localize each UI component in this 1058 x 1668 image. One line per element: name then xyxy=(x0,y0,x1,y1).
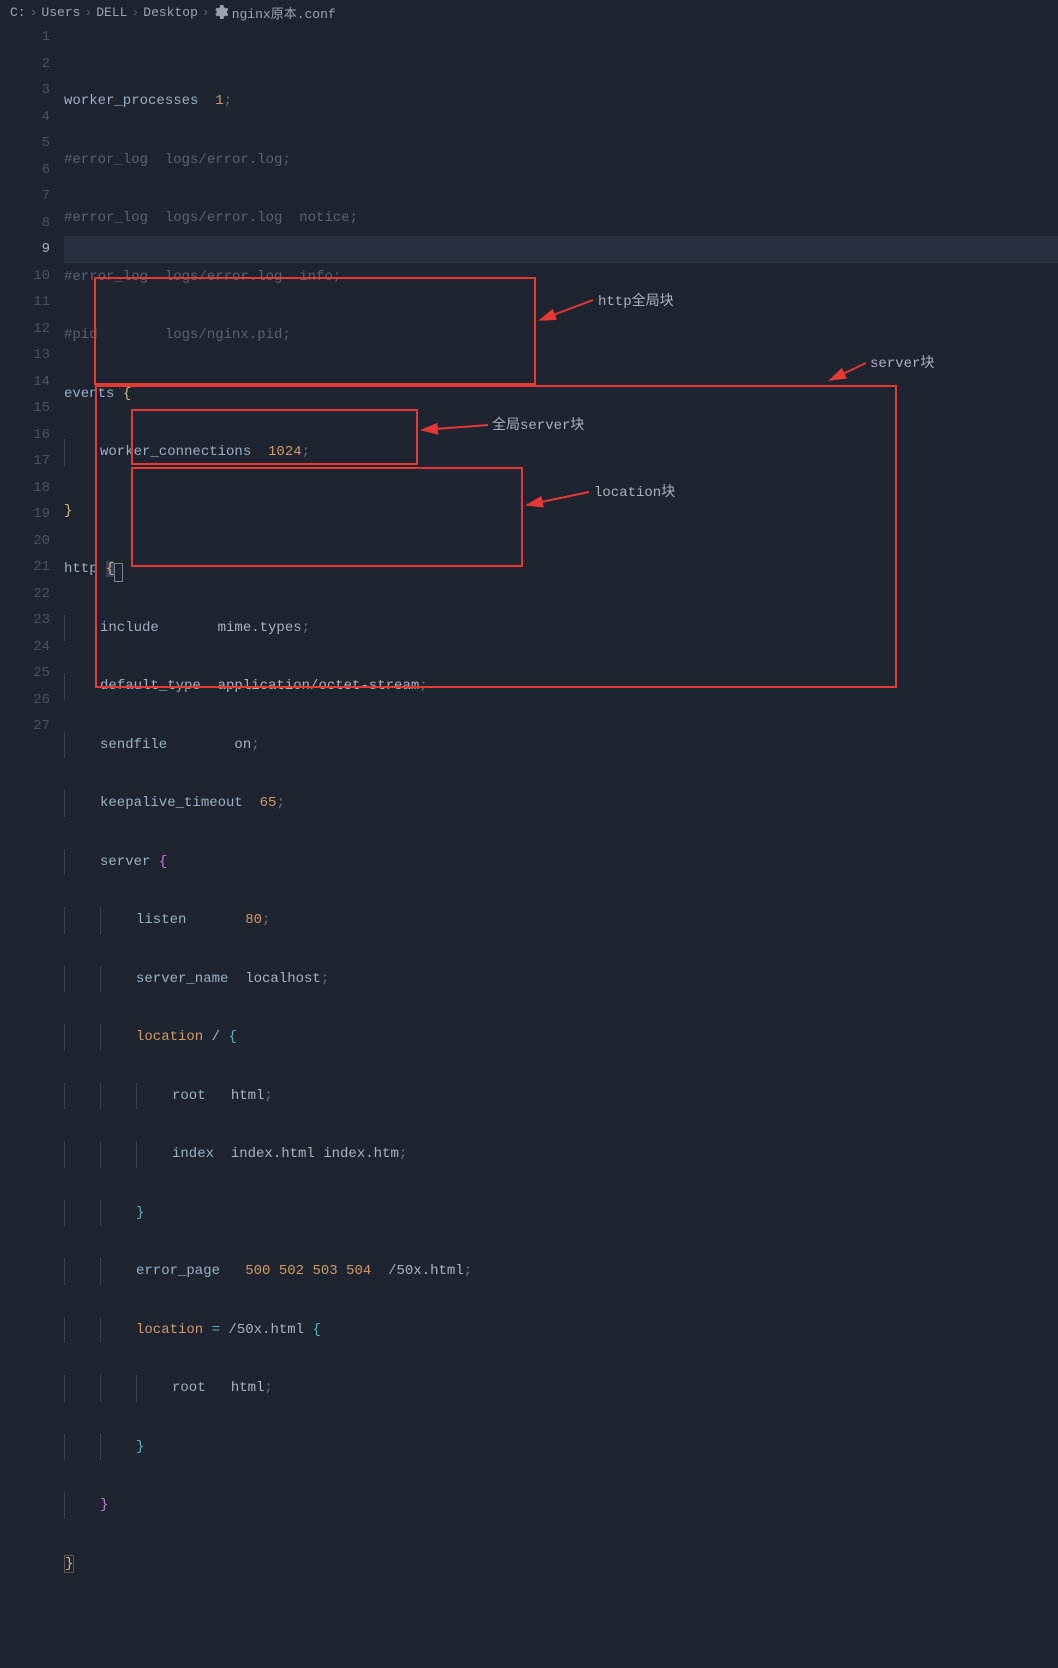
line-number: 8 xyxy=(0,210,50,237)
cursor xyxy=(114,563,123,582)
code-line[interactable]: server { xyxy=(64,849,1058,876)
line-number: 16 xyxy=(0,422,50,449)
chevron-right-icon: › xyxy=(84,5,92,20)
line-number: 13 xyxy=(0,342,50,369)
line-number: 4 xyxy=(0,104,50,131)
line-number: 22 xyxy=(0,581,50,608)
code-line[interactable]: events { xyxy=(64,381,1058,408)
code-line[interactable]: } xyxy=(64,1200,1058,1227)
breadcrumb[interactable]: C: › Users › DELL › Desktop › nginx原本.co… xyxy=(0,0,1058,24)
line-number: 12 xyxy=(0,316,50,343)
chevron-right-icon: › xyxy=(202,5,210,20)
line-number: 6 xyxy=(0,157,50,184)
chevron-right-icon: › xyxy=(131,5,139,20)
code-line[interactable]: #error_log logs/error.log; xyxy=(64,147,1058,174)
gear-icon xyxy=(214,5,228,19)
code-line[interactable]: root html; xyxy=(64,1375,1058,1402)
line-number: 24 xyxy=(0,634,50,661)
code-line[interactable]: } xyxy=(64,1492,1058,1519)
code-line[interactable]: keepalive_timeout 65; xyxy=(64,790,1058,817)
code-line[interactable]: worker_connections 1024; xyxy=(64,439,1058,466)
line-number: 11 xyxy=(0,289,50,316)
line-number: 18 xyxy=(0,475,50,502)
line-number: 10 xyxy=(0,263,50,290)
code-line[interactable]: worker_processes 1; xyxy=(64,88,1058,115)
code-editor[interactable]: 1 2 3 4 5 6 7 8 9 10 11 12 13 14 15 16 1… xyxy=(0,24,1058,870)
line-gutter: 1 2 3 4 5 6 7 8 9 10 11 12 13 14 15 16 1… xyxy=(0,24,64,870)
line-number: 2 xyxy=(0,51,50,78)
code-line[interactable]: sendfile on; xyxy=(64,732,1058,759)
line-number: 21 xyxy=(0,554,50,581)
code-line[interactable]: error_page 500 502 503 504 /50x.html; xyxy=(64,1258,1058,1285)
code-line[interactable] xyxy=(64,1609,1058,1636)
code-line[interactable]: } xyxy=(64,1551,1058,1578)
code-line[interactable]: server_name localhost; xyxy=(64,966,1058,993)
chevron-right-icon: › xyxy=(30,5,38,20)
line-number: 9 xyxy=(0,236,50,263)
line-number: 26 xyxy=(0,687,50,714)
active-line-highlight xyxy=(64,236,1058,263)
line-number: 5 xyxy=(0,130,50,157)
line-number: 23 xyxy=(0,607,50,634)
code-line[interactable]: root html; xyxy=(64,1083,1058,1110)
breadcrumb-segment[interactable]: Desktop xyxy=(143,5,198,20)
code-line[interactable]: listen 80; xyxy=(64,907,1058,934)
code-line[interactable]: location / { xyxy=(64,1024,1058,1051)
code-line[interactable]: #error_log logs/error.log info; xyxy=(64,264,1058,291)
line-number: 20 xyxy=(0,528,50,555)
line-number: 15 xyxy=(0,395,50,422)
line-number: 14 xyxy=(0,369,50,396)
breadcrumb-segment[interactable]: Users xyxy=(41,5,80,20)
breadcrumb-segment[interactable]: DELL xyxy=(96,5,127,20)
line-number: 25 xyxy=(0,660,50,687)
line-number: 19 xyxy=(0,501,50,528)
line-number: 1 xyxy=(0,24,50,51)
code-line[interactable]: location = /50x.html { xyxy=(64,1317,1058,1344)
line-number: 27 xyxy=(0,713,50,740)
breadcrumb-file[interactable]: nginx原本.conf xyxy=(232,3,336,22)
breadcrumb-segment[interactable]: C: xyxy=(10,5,26,20)
code-line[interactable]: } xyxy=(64,1434,1058,1461)
line-number: 17 xyxy=(0,448,50,475)
code-line[interactable]: index index.html index.htm; xyxy=(64,1141,1058,1168)
code-line[interactable]: http { xyxy=(64,556,1058,583)
code-area[interactable]: worker_processes 1; #error_log logs/erro… xyxy=(64,24,1058,870)
code-line[interactable]: include mime.types; xyxy=(64,615,1058,642)
code-line[interactable]: } xyxy=(64,498,1058,525)
line-number: 3 xyxy=(0,77,50,104)
code-line[interactable]: #pid logs/nginx.pid; xyxy=(64,322,1058,349)
code-line[interactable]: default_type application/octet-stream; xyxy=(64,673,1058,700)
code-line[interactable]: #error_log logs/error.log notice; xyxy=(64,205,1058,232)
line-number: 7 xyxy=(0,183,50,210)
